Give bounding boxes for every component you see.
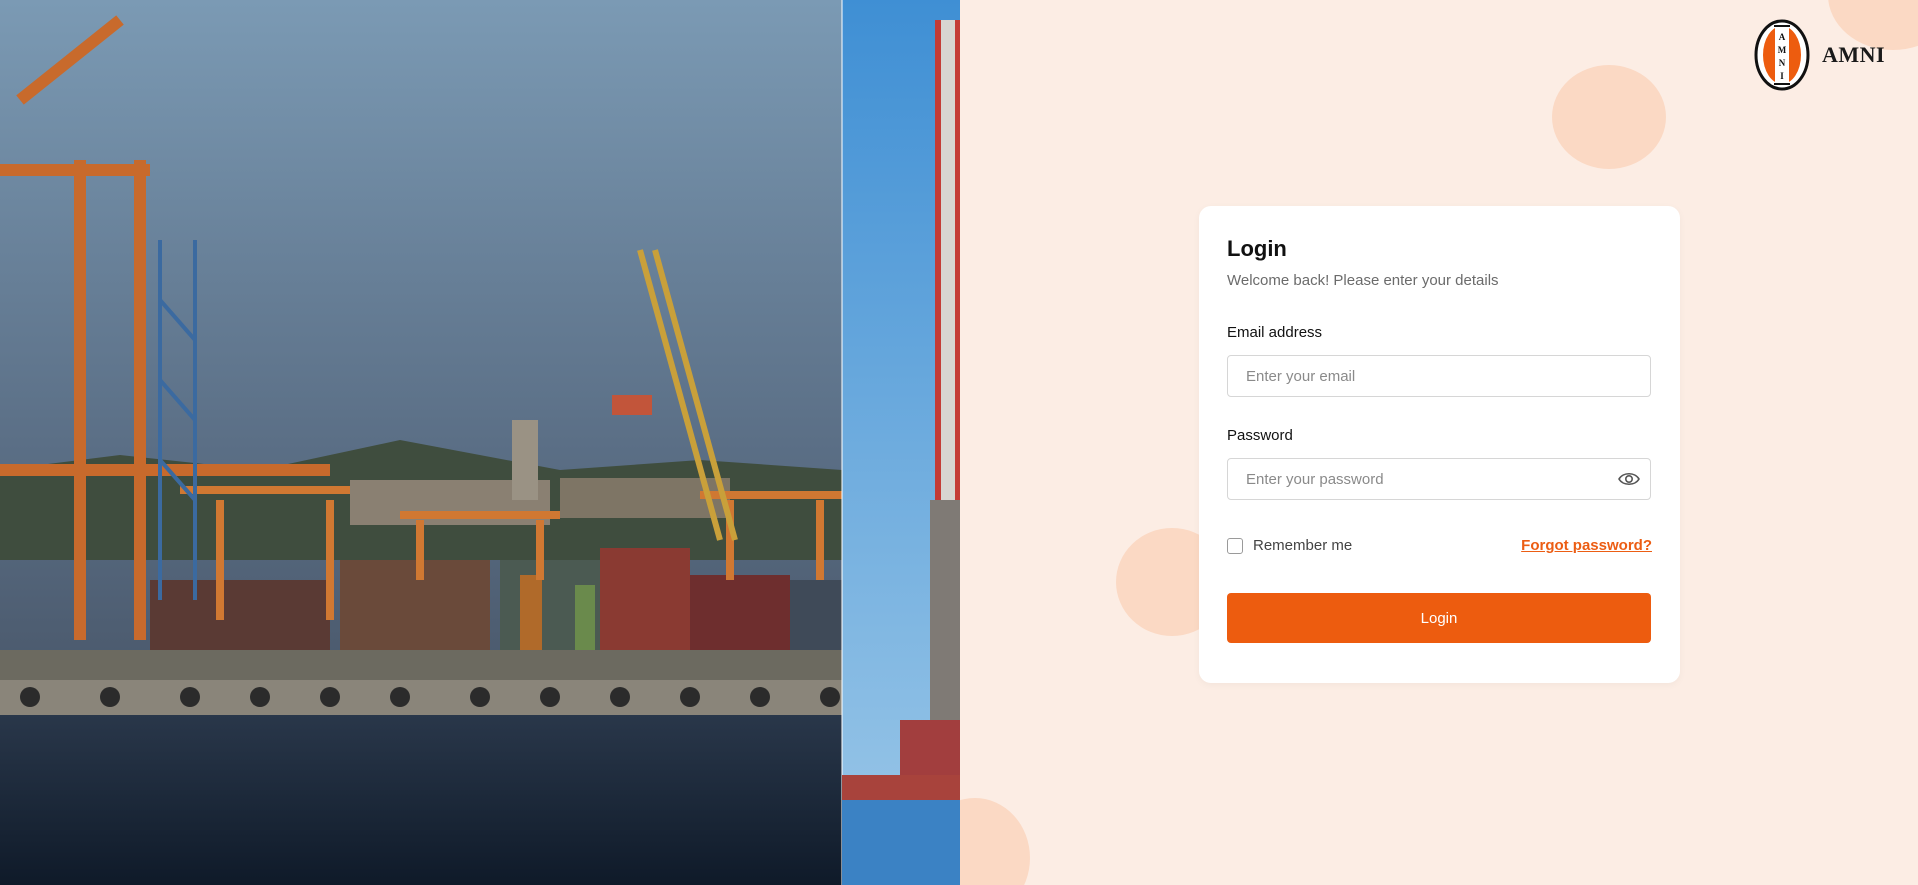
password-input[interactable] xyxy=(1246,459,1616,499)
remember-label: Remember me xyxy=(1253,537,1353,554)
login-button[interactable]: Login xyxy=(1227,593,1651,643)
login-title: Login xyxy=(1227,236,1287,261)
eye-icon[interactable] xyxy=(1618,470,1640,488)
decor-blob-bottom xyxy=(960,798,1030,885)
hero-image xyxy=(0,0,960,885)
logo-letter-m: M xyxy=(1778,45,1787,55)
password-label: Password xyxy=(1227,427,1293,444)
email-label: Email address xyxy=(1227,324,1323,341)
password-field-container xyxy=(1227,458,1651,500)
remember-checkbox[interactable] xyxy=(1227,537,1243,554)
logo-letter-a: A xyxy=(1779,32,1786,42)
logo-letter-n: N xyxy=(1779,58,1786,68)
email-field-container xyxy=(1227,355,1651,397)
login-subtitle: Welcome back! Please enter your details xyxy=(1227,272,1499,289)
port-scene xyxy=(0,0,960,885)
forgot-password-link[interactable]: Forgot password? xyxy=(1521,537,1652,554)
login-card: Login Welcome back! Please enter your de… xyxy=(1199,206,1680,683)
remember-me[interactable]: Remember me xyxy=(1227,537,1352,554)
logo-letter-i: I xyxy=(1780,71,1784,81)
amni-emblem-icon: A M N I xyxy=(1754,19,1810,91)
brand-logo: A M N I AMNI xyxy=(1752,18,1885,92)
email-input[interactable] xyxy=(1246,356,1616,396)
brand-name: AMNI xyxy=(1822,42,1886,67)
decor-blob-top xyxy=(1552,65,1666,169)
